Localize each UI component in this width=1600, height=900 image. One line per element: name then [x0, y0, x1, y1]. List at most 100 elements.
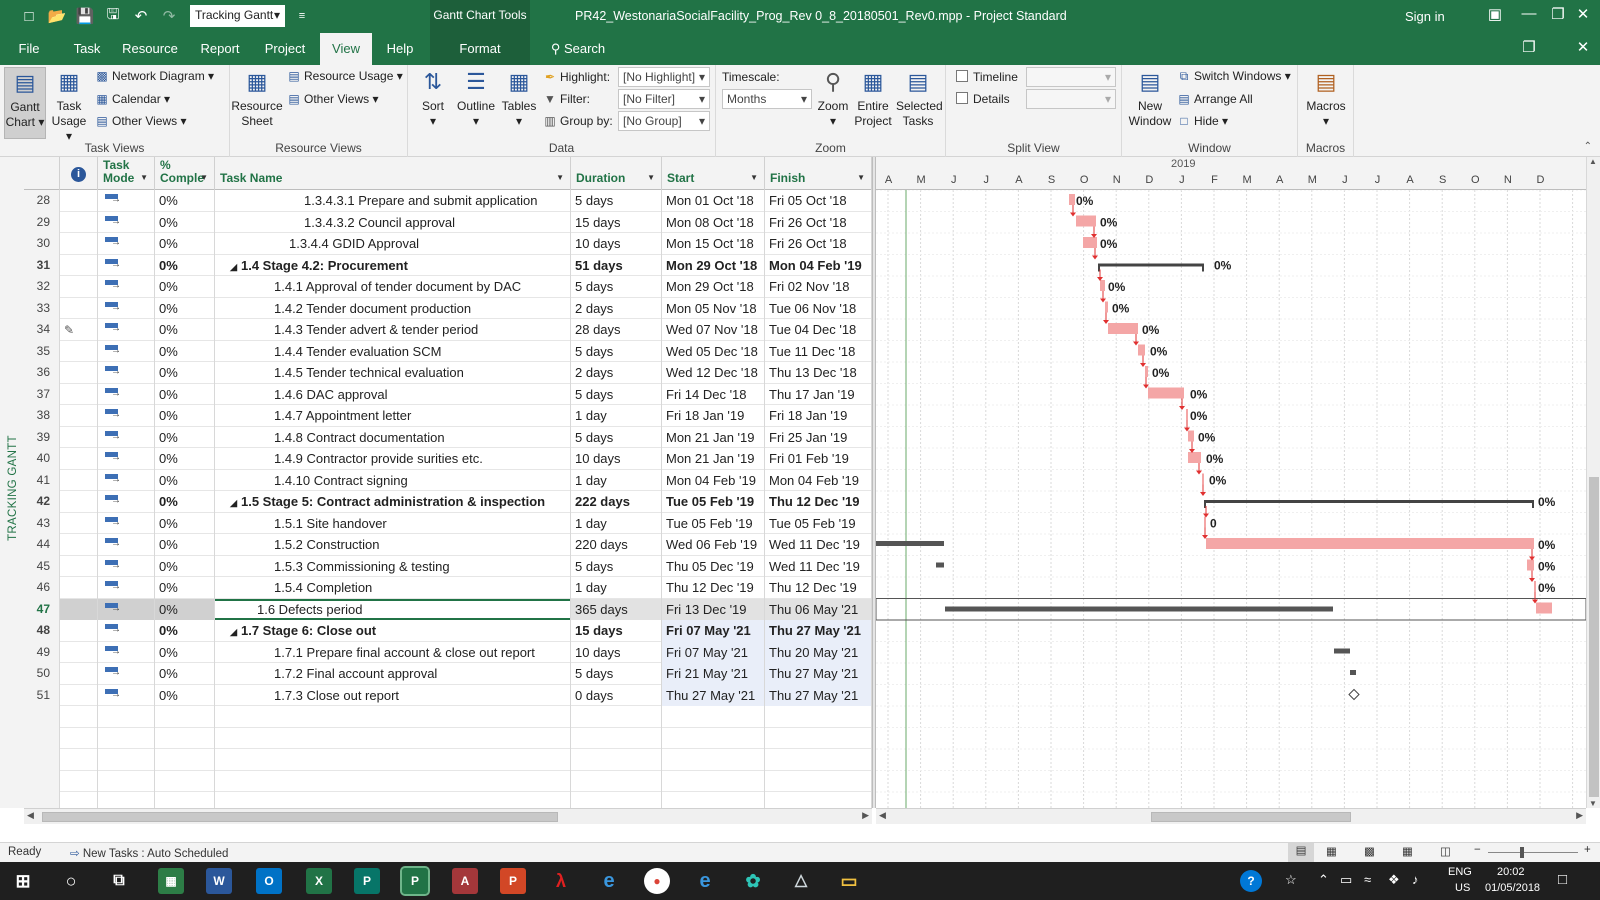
table-row[interactable]: 39 0% 1.4.8 Contract documentation 5 day…: [24, 426, 872, 448]
start-cell[interactable]: Mon 08 Oct '18: [662, 211, 765, 233]
minimize-icon[interactable]: —: [1514, 5, 1544, 22]
finish-cell[interactable]: Tue 05 Feb '19: [765, 512, 872, 534]
duration-cell[interactable]: 15 days: [571, 620, 662, 642]
hide-button[interactable]: □ Hide ▾: [1176, 114, 1228, 128]
duration-cell[interactable]: 1 day: [571, 405, 662, 427]
duration-cell[interactable]: 5 days: [571, 190, 662, 212]
group-by-dropdown[interactable]: [No Group] ▾: [618, 111, 710, 131]
table-row[interactable]: 45 0% 1.5.3 Commissioning & testing 5 da…: [24, 555, 872, 577]
new-tasks-mode[interactable]: ⇨ New Tasks : Auto Scheduled: [70, 846, 228, 860]
zoom-slider-thumb[interactable]: [1520, 847, 1524, 858]
empty-row[interactable]: [24, 706, 872, 728]
finish-cell[interactable]: Thu 13 Dec '18: [765, 362, 872, 384]
scroll-left-icon[interactable]: ◀: [27, 810, 34, 821]
search-icon[interactable]: ○: [58, 868, 84, 894]
percent-complete-cell[interactable]: 0%: [155, 684, 215, 706]
sort-button[interactable]: ⇅ Sort ▾: [416, 67, 450, 129]
task-name-cell[interactable]: 1.4.2 Tender document production: [215, 297, 571, 319]
start-cell[interactable]: Wed 12 Dec '18: [662, 362, 765, 384]
highlight-dropdown[interactable]: [No Highlight] ▾: [618, 67, 710, 87]
percent-complete-cell[interactable]: 0%: [155, 641, 215, 663]
clock-time[interactable]: 20:02: [1497, 866, 1525, 878]
percent-complete-cell[interactable]: 0%: [155, 190, 215, 212]
task-mode-cell[interactable]: [98, 448, 155, 470]
task-name-cell[interactable]: 1.4.1 Approval of tender document by DAC: [215, 276, 571, 298]
save-icon[interactable]: 💾: [74, 5, 96, 27]
wifi-icon[interactable]: ≈: [1364, 872, 1371, 887]
redo-icon[interactable]: ↷: [158, 5, 180, 27]
project-icon[interactable]: P: [400, 866, 430, 896]
row-id[interactable]: 33: [24, 297, 60, 319]
vertical-scrollbar[interactable]: ▲ ▼: [1586, 157, 1600, 808]
outline-button[interactable]: ☰ Outline ▾: [454, 67, 498, 129]
note-icon[interactable]: ✎: [64, 323, 74, 337]
duration-cell[interactable]: 10 days: [571, 448, 662, 470]
percent-complete-cell[interactable]: 0%: [155, 469, 215, 491]
macros-button[interactable]: ▤ Macros ▾: [1302, 67, 1350, 129]
task-mode-cell[interactable]: [98, 340, 155, 362]
tab-report[interactable]: Report: [196, 33, 244, 65]
tab-task[interactable]: Task: [66, 33, 108, 65]
collapse-ribbon-icon[interactable]: ⌃: [1584, 141, 1592, 152]
percent-complete-cell[interactable]: 0%: [155, 233, 215, 255]
gantt-chart-button[interactable]: ▤ Gantt Chart ▾: [4, 67, 46, 139]
zoom-out-icon[interactable]: −: [1474, 844, 1481, 856]
row-id[interactable]: 36: [24, 362, 60, 384]
selected-tasks-button[interactable]: ▤ Selected Tasks: [896, 67, 943, 129]
open-folder-icon[interactable]: 📂: [46, 5, 68, 27]
task-name-cell[interactable]: ◢ 1.4 Stage 4.2: Procurement: [215, 254, 571, 276]
row-id[interactable]: 48: [24, 620, 60, 642]
people-icon[interactable]: ☆: [1285, 872, 1297, 888]
table-row[interactable]: 43 0% 1.5.1 Site handover 1 day Tue 05 F…: [24, 512, 872, 534]
task-name-cell[interactable]: 1.4.4 Tender evaluation SCM: [215, 340, 571, 362]
timeline-checkbox[interactable]: Timeline: [956, 70, 1018, 84]
close-icon[interactable]: ✕: [1568, 5, 1598, 23]
start-cell[interactable]: Tue 05 Feb '19: [662, 491, 765, 513]
duration-cell[interactable]: 5 days: [571, 555, 662, 577]
start-cell[interactable]: Fri 07 May '21: [662, 641, 765, 663]
start-cell[interactable]: Mon 21 Jan '19: [662, 426, 765, 448]
task-name-cell[interactable]: 1.7.3 Close out report: [215, 684, 571, 706]
row-id[interactable]: 42: [24, 491, 60, 513]
duration-cell[interactable]: 5 days: [571, 340, 662, 362]
column-percent-complete[interactable]: % Comple ▼: [155, 157, 215, 190]
zoom-in-icon[interactable]: +: [1584, 844, 1591, 856]
task-mode-cell[interactable]: [98, 297, 155, 319]
task-name-cell[interactable]: 1.4.6 DAC approval: [215, 383, 571, 405]
new-file-icon[interactable]: □: [18, 5, 40, 27]
outlook-icon[interactable]: O: [256, 868, 282, 894]
task-name-cell[interactable]: 1.4.5 Tender technical evaluation: [215, 362, 571, 384]
gantt-scroll-thumb[interactable]: [1151, 812, 1351, 822]
task-name-cell[interactable]: 1.3.4.3.1 Prepare and submit application: [215, 190, 571, 212]
report-shortcut-icon[interactable]: ◫: [1440, 844, 1451, 858]
view-selector[interactable]: Tracking Gantt ▾: [190, 5, 285, 27]
table-row[interactable]: 34 ✎ 0% 1.4.3 Tender advert & tender per…: [24, 319, 872, 341]
team-planner-shortcut-icon[interactable]: ▩: [1364, 844, 1375, 858]
scroll-up-icon[interactable]: ▲: [1589, 157, 1597, 166]
table-row[interactable]: 28 0% 1.3.4.3.1 Prepare and submit appli…: [24, 190, 872, 212]
task-name-cell[interactable]: 1.4.8 Contract documentation: [215, 426, 571, 448]
percent-complete-cell[interactable]: 0%: [155, 383, 215, 405]
row-id[interactable]: 32: [24, 276, 60, 298]
task-view-icon[interactable]: ⧉: [106, 868, 132, 894]
finish-cell[interactable]: Fri 26 Oct '18: [765, 211, 872, 233]
finish-cell[interactable]: Thu 27 May '21: [765, 620, 872, 642]
empty-row[interactable]: [24, 749, 872, 771]
publisher-icon[interactable]: P: [354, 868, 380, 894]
table-row[interactable]: 44 0% 1.5.2 Construction 220 days Wed 06…: [24, 534, 872, 556]
start-cell[interactable]: Mon 21 Jan '19: [662, 448, 765, 470]
row-id[interactable]: 41: [24, 469, 60, 491]
start-cell[interactable]: Thu 27 May '21: [662, 684, 765, 706]
task-mode-cell[interactable]: [98, 555, 155, 577]
duration-cell[interactable]: 5 days: [571, 663, 662, 685]
gantt-view-shortcut-icon[interactable]: ▤: [1288, 843, 1314, 863]
row-id[interactable]: 38: [24, 405, 60, 427]
table-row[interactable]: 50 0% 1.7.2 Final account approval 5 day…: [24, 663, 872, 685]
start-cell[interactable]: Fri 14 Dec '18: [662, 383, 765, 405]
new-window-button[interactable]: ▤ New Window: [1126, 67, 1174, 129]
start-cell[interactable]: Mon 15 Oct '18: [662, 233, 765, 255]
finish-cell[interactable]: Mon 04 Feb '19: [765, 254, 872, 276]
row-id[interactable]: 31: [24, 254, 60, 276]
timescale-dropdown[interactable]: Months ▾: [722, 89, 812, 109]
tab-resource[interactable]: Resource: [120, 33, 180, 65]
